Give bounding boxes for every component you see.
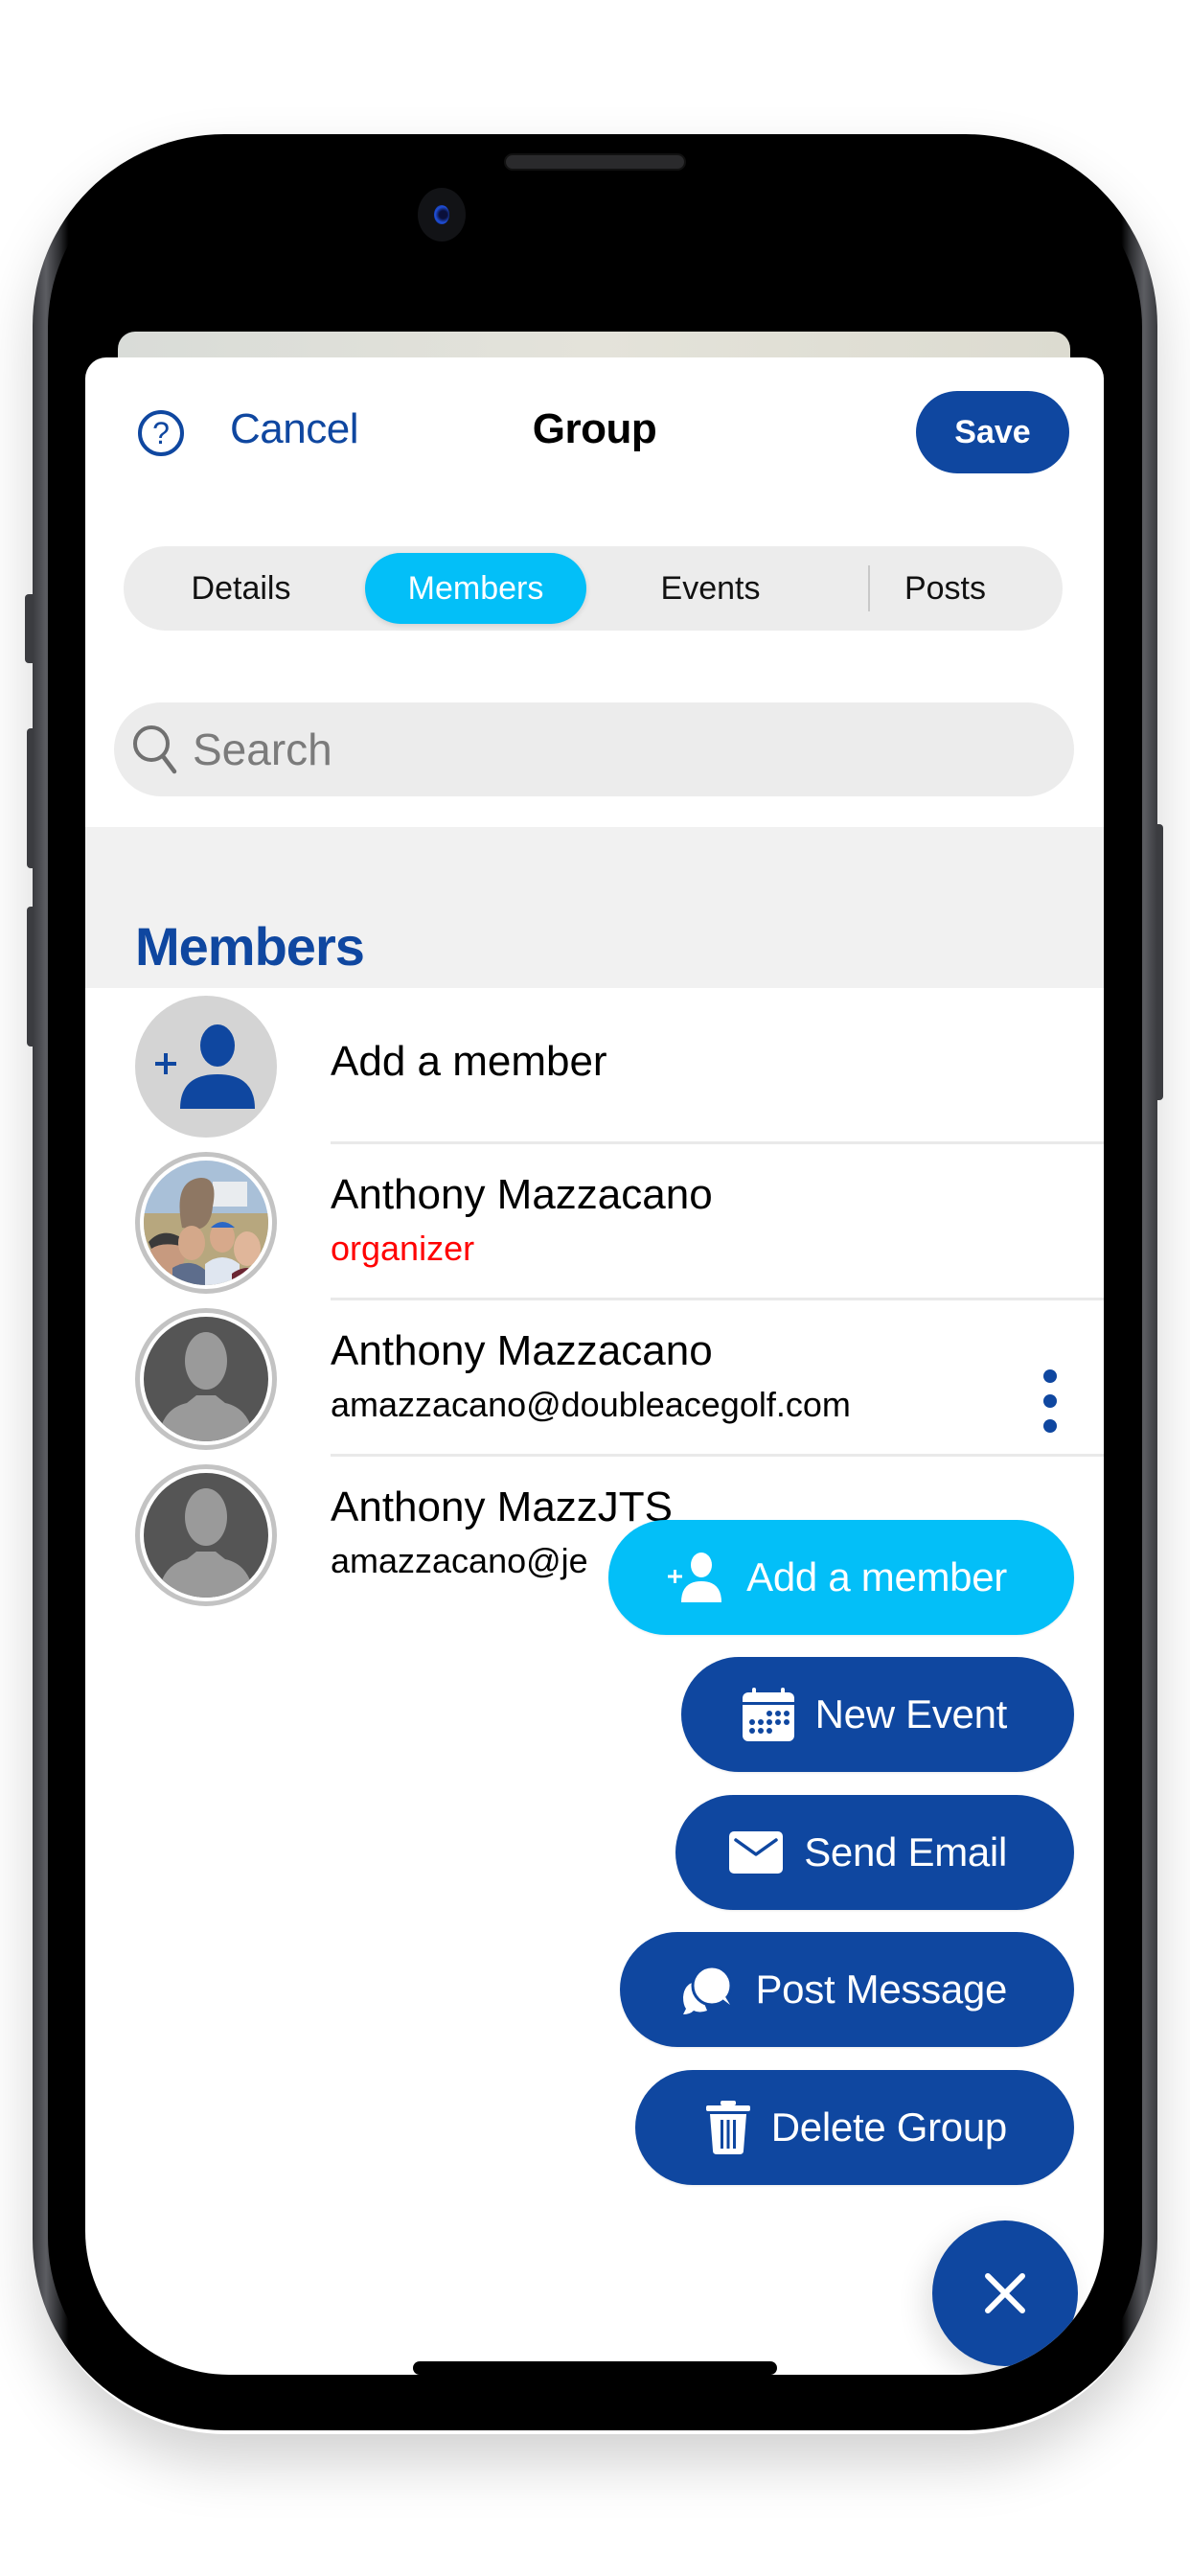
fab-label: Delete Group [770, 2104, 1008, 2150]
home-indicator[interactable] [413, 2361, 777, 2375]
member-name: Anthony Mazzacano [331, 1327, 713, 1374]
fab-label: Post Message [755, 1966, 1007, 2012]
search-bar[interactable] [114, 702, 1074, 796]
fab-new-event-button[interactable]: New Event [681, 1657, 1074, 1772]
search-icon [131, 723, 179, 776]
tab-details[interactable]: Details [130, 553, 352, 624]
add-person-icon [668, 1551, 725, 1604]
member-row[interactable]: Anthony Mazzacano organizer [85, 1144, 1104, 1300]
fab-label: New Event [814, 1691, 1008, 1736]
avatar [135, 1152, 277, 1294]
segmented-tabs: Details Members Events Posts [124, 546, 1063, 631]
fab-label: Add a member [746, 1554, 1007, 1599]
avatar-photo [144, 1161, 268, 1285]
more-vertical-icon-dot [1043, 1394, 1057, 1408]
more-vertical-icon-dot [1043, 1419, 1057, 1433]
fab-delete-group-button[interactable]: Delete Group [635, 2070, 1074, 2185]
save-button[interactable]: Save [916, 391, 1069, 473]
calendar-icon [742, 1688, 794, 1741]
member-email: amazzacano@doubleacegolf.com [331, 1385, 851, 1424]
avatar-placeholder [144, 1473, 268, 1598]
avatar [135, 1464, 277, 1606]
member-name: Anthony MazzJTS [331, 1484, 674, 1530]
member-email: amazzacano@je [331, 1541, 588, 1580]
group-sheet: ? Cancel Group Save Details Members Even… [85, 357, 1104, 2375]
tab-members[interactable]: Members [365, 553, 586, 624]
fab-post-message-button[interactable]: Post Message [620, 1932, 1074, 2047]
fab-send-email-button[interactable]: Send Email [675, 1795, 1074, 1910]
avatar [135, 1308, 277, 1450]
more-options-button[interactable] [1041, 1369, 1060, 1433]
avatar-placeholder [144, 1317, 268, 1441]
section-title: Members [135, 916, 365, 977]
tab-divider [868, 565, 870, 611]
more-vertical-icon-dot [1043, 1369, 1057, 1383]
person-silhouette-icon [158, 1332, 254, 1441]
add-person-icon [155, 1024, 255, 1109]
device-camera [418, 188, 466, 242]
member-row[interactable]: Anthony Mazzacano amazzacano@doubleacego… [85, 1300, 1104, 1457]
fab-label: Send Email [804, 1829, 1007, 1874]
device-speaker [504, 153, 686, 171]
add-member-row[interactable]: Add a member [85, 988, 1104, 1144]
tab-events[interactable]: Events [600, 553, 821, 624]
search-input[interactable] [193, 724, 1036, 775]
members-section-header: Members [85, 827, 1104, 988]
member-role: organizer [331, 1229, 475, 1268]
envelope-icon [729, 1831, 784, 1874]
fab-close-button[interactable] [932, 2220, 1078, 2366]
add-member-avatar [135, 996, 277, 1138]
chat-bubbles-icon [680, 1963, 734, 2016]
person-silhouette-icon [158, 1488, 254, 1598]
fab-add-member-button[interactable]: Add a member [608, 1520, 1074, 1635]
add-member-label: Add a member [331, 1038, 607, 1085]
trash-icon [705, 2101, 750, 2154]
close-icon [985, 2273, 1025, 2313]
member-name: Anthony Mazzacano [331, 1171, 713, 1218]
